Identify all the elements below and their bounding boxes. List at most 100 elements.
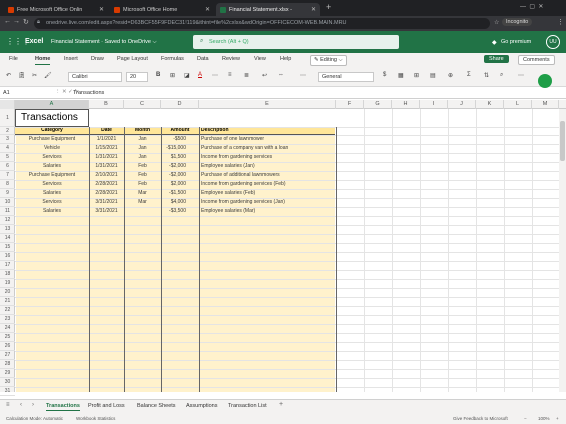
tab-page-layout[interactable]: Page Layout	[117, 56, 148, 62]
vertical-scrollbar[interactable]	[559, 109, 566, 392]
header-amount[interactable]: Amount	[161, 127, 199, 135]
row-header[interactable]: 22	[0, 306, 15, 315]
cell-date[interactable]: 2/10/2021	[89, 171, 124, 180]
cell-category[interactable]: Vehicle	[15, 144, 89, 153]
row-header[interactable]: 7	[0, 171, 15, 180]
close-tab-icon[interactable]: ✕	[99, 6, 104, 13]
column-header-l[interactable]: L	[504, 100, 532, 109]
select-all-corner[interactable]	[0, 100, 15, 109]
border-icon[interactable]: ⊞	[170, 72, 175, 79]
row-header[interactable]: 9	[0, 189, 15, 198]
window-controls[interactable]: — ▢ ✕	[520, 3, 543, 10]
align-center-icon[interactable]: ≣	[244, 72, 249, 79]
header-date[interactable]: Date	[89, 127, 124, 135]
cell-date[interactable]: 3/31/2021	[89, 207, 124, 216]
column-header-j[interactable]: J	[448, 100, 476, 109]
cell-month[interactable]: Jan	[124, 153, 161, 162]
cell-amount[interactable]: $1,500	[161, 153, 186, 162]
cell-category[interactable]: Services	[15, 198, 89, 207]
cell-amount[interactable]: $2,000	[161, 180, 186, 189]
add-sheet-icon[interactable]: +	[279, 401, 283, 408]
scroll-thumb[interactable]	[560, 121, 565, 161]
cell-description[interactable]: Income from gardening services (Jan)	[201, 198, 335, 207]
header-description[interactable]: Description	[201, 127, 331, 135]
comments-button[interactable]: Comments	[518, 55, 555, 65]
currency-icon[interactable]: $	[383, 72, 386, 78]
feedback-link[interactable]: Give Feedback to Microsoft	[453, 416, 508, 421]
incognito-badge[interactable]: Incognito	[502, 18, 533, 26]
row-header[interactable]: 4	[0, 144, 15, 153]
cell-month[interactable]: Feb	[124, 180, 161, 189]
row-header[interactable]: 14	[0, 234, 15, 243]
cell-amount[interactable]: -$15,000	[161, 144, 186, 153]
cell-amount[interactable]: -$1,500	[161, 189, 186, 198]
column-header-d[interactable]: D	[161, 100, 199, 109]
cell-description[interactable]: Income from gardening services	[201, 153, 335, 162]
row-header[interactable]: 2	[0, 127, 15, 135]
browser-tab-3[interactable]: Financial Statement.xlsx - ✕	[216, 3, 320, 16]
row-header[interactable]: 13	[0, 225, 15, 234]
next-sheet-icon[interactable]: ›	[32, 402, 34, 408]
font-family-select[interactable]: Calibri	[68, 72, 122, 82]
wrap-text-icon[interactable]: ↩	[262, 72, 267, 79]
cell-description[interactable]: Purchase of additional lawnmowers	[201, 171, 335, 180]
row-header[interactable]: 27	[0, 351, 15, 360]
row-header[interactable]: 26	[0, 342, 15, 351]
row-header[interactable]: 29	[0, 369, 15, 378]
row-header[interactable]: 31	[0, 387, 15, 396]
new-tab-button[interactable]: +	[326, 2, 331, 12]
cell-date[interactable]: 1/15/2021	[89, 144, 124, 153]
insert-cells-icon[interactable]: ⊕	[448, 72, 453, 79]
row-header[interactable]: 23	[0, 315, 15, 324]
cell-amount[interactable]: -$2,000	[161, 171, 186, 180]
row-header[interactable]: 12	[0, 216, 15, 225]
bold-icon[interactable]: B	[156, 72, 160, 78]
format-painter-icon[interactable]: 🖌︎	[44, 72, 52, 79]
header-month[interactable]: Month	[124, 127, 161, 135]
table-icon[interactable]: ⊞	[414, 72, 419, 79]
sheet-title-cell[interactable]: Transactions	[15, 109, 89, 127]
formula-input[interactable]: Transactions	[73, 90, 104, 96]
more-options-icon[interactable]: ⋯	[212, 72, 218, 79]
spreadsheet-grid[interactable]: Transactions Category Date Month Amount …	[15, 109, 559, 392]
autosum-icon[interactable]: Σ	[467, 72, 471, 78]
column-header-c[interactable]: C	[124, 100, 161, 109]
cell-category[interactable]: Services	[15, 153, 89, 162]
cell-month[interactable]	[124, 207, 161, 216]
back-icon[interactable]: ←	[4, 18, 11, 25]
sheet-tab-balance-sheets[interactable]: Balance Sheets	[137, 403, 176, 409]
column-header-a[interactable]: A	[15, 100, 89, 109]
reload-icon[interactable]: ↻	[23, 18, 29, 26]
column-header-b[interactable]: B	[89, 100, 124, 109]
conditional-format-icon[interactable]: ▦	[398, 72, 404, 79]
row-header[interactable]: 10	[0, 198, 15, 207]
cell-month[interactable]: Mar	[124, 198, 161, 207]
app-name[interactable]: Excel	[25, 38, 43, 45]
row-header[interactable]: 8	[0, 180, 15, 189]
row-header[interactable]: 24	[0, 324, 15, 333]
search-input[interactable]: Search (Alt + Q)	[193, 35, 399, 49]
calculation-mode[interactable]: Calculation Mode: Automatic	[6, 416, 63, 421]
cut-icon[interactable]: ✂	[32, 72, 37, 79]
row-header[interactable]: 19	[0, 279, 15, 288]
column-header-g[interactable]: G	[364, 100, 392, 109]
cell-category[interactable]: Purchase Equipment	[15, 171, 89, 180]
sheet-tab-transactions[interactable]: Transactions	[46, 403, 80, 411]
browser-tab-2[interactable]: Microsoft Office Home ✕	[110, 3, 214, 16]
go-premium-link[interactable]: Go premium	[501, 39, 531, 45]
font-color-icon[interactable]: A	[198, 72, 202, 78]
fill-color-icon[interactable]: ◪	[184, 72, 190, 79]
cell-month[interactable]: Jan	[124, 144, 161, 153]
editing-mode-button[interactable]: ✎ Editing ⌵	[310, 55, 347, 66]
column-header-m[interactable]: M	[532, 100, 559, 109]
font-size-select[interactable]: 20	[126, 72, 148, 82]
tab-draw[interactable]: Draw	[91, 56, 104, 62]
cell-month[interactable]: Feb	[124, 162, 161, 171]
close-tab-icon[interactable]: ✕	[311, 6, 316, 13]
star-icon[interactable]: ☆	[494, 19, 499, 26]
cell-date[interactable]: 2/28/2021	[89, 180, 124, 189]
cell-description[interactable]: Purchase of one lawnmower	[201, 135, 335, 144]
browser-menu-icon[interactable]: ⋮	[557, 18, 564, 26]
zoom-level[interactable]: 100%	[538, 416, 550, 421]
row-header[interactable]: 5	[0, 153, 15, 162]
